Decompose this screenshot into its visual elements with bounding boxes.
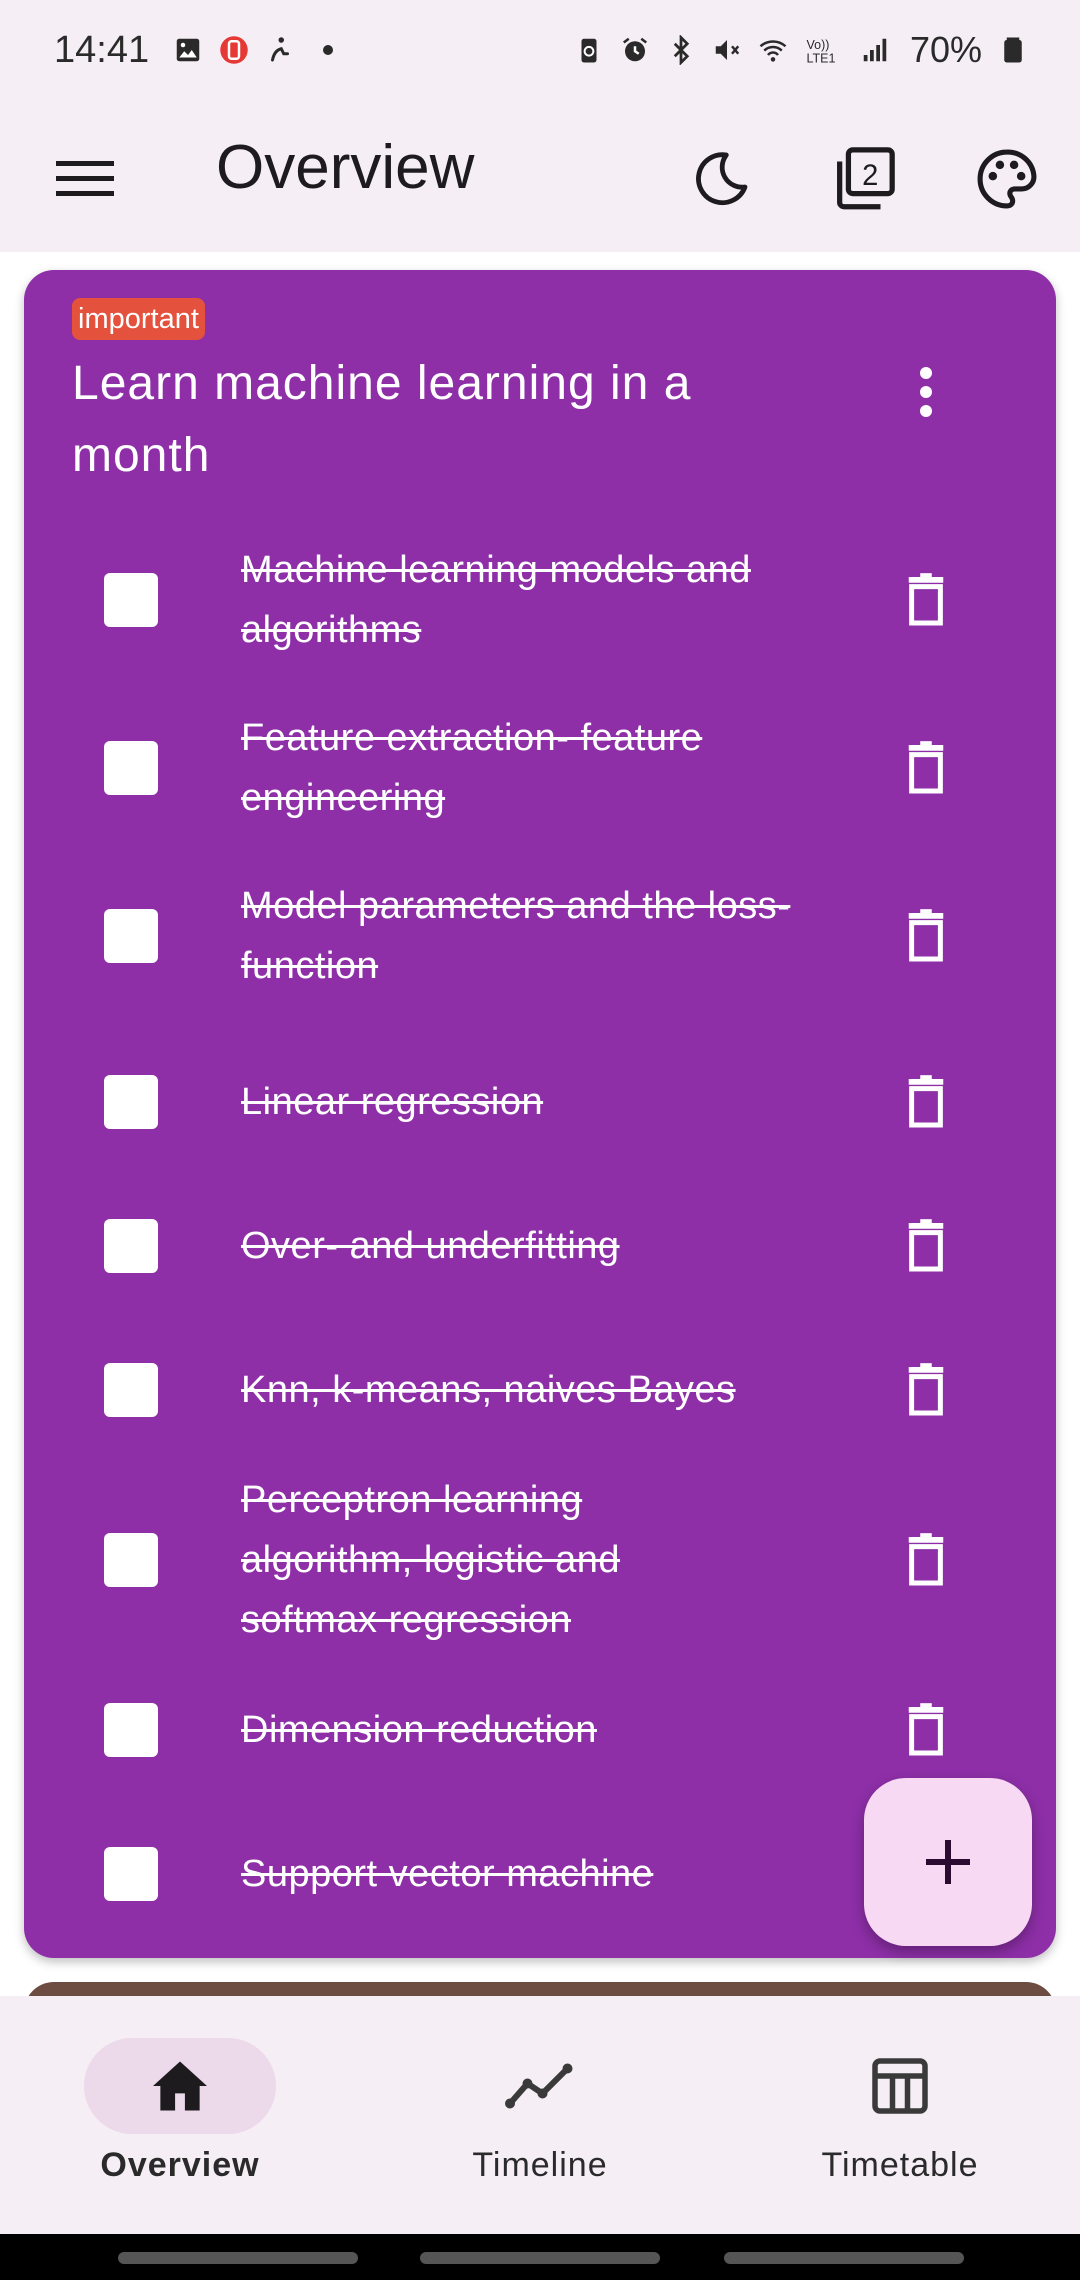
gesture-hint[interactable] [420,2252,660,2264]
palette-icon[interactable] [962,134,1052,224]
mute-icon [712,35,742,65]
add-icon [926,1840,970,1884]
delete-icon[interactable] [886,896,966,976]
more-vert-icon[interactable] [886,352,966,432]
task-label: Over- and underfitting [241,1225,620,1267]
task-label: Feature extraction- feature engineering [241,717,703,819]
home-icon [84,2038,276,2134]
app-bar: Overview 2 [0,100,1080,252]
nav-label-overview: Overview [100,2146,260,2184]
delete-icon[interactable] [886,1206,966,1286]
task-item: Feature extraction- feature engineering [24,708,1056,828]
task-item: Model parameters and the loss-function [24,876,1056,996]
task-label: Model parameters and the loss-function [241,885,791,987]
delete-icon[interactable] [886,1062,966,1142]
delete-icon[interactable] [886,1690,966,1770]
task-label: Dimension reduction [241,1709,597,1751]
task-checkbox[interactable] [104,1363,158,1417]
system-navigation-bar [0,2234,1080,2280]
task-label: Machine learning models and algorithms [241,549,751,651]
task-checkbox[interactable] [104,1703,158,1757]
wifi-icon [758,35,788,65]
task-item: Over- and underfitting [24,1216,1056,1276]
timeline-icon [444,2038,636,2134]
status-time: 14:41 [54,28,150,71]
volte-icon: Vo)) LTE1 [804,35,844,65]
task-label: Perceptron learning algorithm, logistic … [241,1479,621,1641]
nav-item-timetable[interactable]: Timetable [720,1996,1080,2234]
nav-item-overview[interactable]: Overview [0,1996,360,2234]
delete-icon[interactable] [886,560,966,640]
task-checkbox[interactable] [104,909,158,963]
table-icon [804,2038,996,2134]
svg-text:Vo)): Vo)) [806,38,829,52]
status-bar: 14:41 Vo)) LTE1 70% [0,0,1080,100]
bottom-navigation: Overview Timeline Timetable [0,1996,1080,2234]
delete-icon[interactable] [886,1520,966,1600]
goal-card[interactable]: important Learn machine learning in a mo… [24,270,1056,1958]
notification-dot [323,45,334,55]
signal-icon [860,35,890,65]
status-bar-left: 14:41 [54,28,334,72]
task-checkbox[interactable] [104,1533,158,1587]
battery-icon [998,35,1028,65]
card-title: Learn machine learning in a month [72,357,692,482]
task-label: Linear regression [241,1081,544,1123]
bluetooth-icon [666,35,696,65]
add-button[interactable] [864,1778,1032,1946]
task-checkbox[interactable] [104,741,158,795]
nav-label-timetable: Timetable [821,2146,979,2184]
gesture-hint[interactable] [724,2252,964,2264]
status-bar-right: Vo)) LTE1 70% [574,29,1028,71]
task-item: Dimension reduction [24,1700,1056,1760]
app-notification-icon [219,35,249,65]
battery-percent: 70% [909,29,982,70]
gesture-hint[interactable] [118,2252,358,2264]
overview-list[interactable]: important Learn machine learning in a mo… [0,252,1080,1996]
task-checkbox[interactable] [104,1075,158,1129]
battery-saver-icon [574,35,604,65]
gallery-icon [173,35,203,65]
filter-stack-icon[interactable]: 2 [818,134,908,224]
task-item: Knn, k-means, naives Bayes [24,1360,1056,1420]
delete-icon[interactable] [886,728,966,808]
nav-item-timeline[interactable]: Timeline [360,1996,720,2234]
stack-badge: 2 [862,160,878,192]
task-label: Knn, k-means, naives Bayes [241,1369,736,1411]
task-checkbox[interactable] [104,1847,158,1901]
nav-label-timeline: Timeline [472,2146,608,2184]
accessibility-icon [265,35,295,65]
task-checkbox[interactable] [104,573,158,627]
hamburger-menu-icon[interactable] [40,134,130,224]
page-title: Overview [216,133,475,202]
task-item: Linear regression [24,1072,1056,1132]
task-checkbox[interactable] [104,1219,158,1273]
alarm-icon [620,35,650,65]
task-item: Machine learning models and algorithms [24,540,1056,660]
tag-badge: important [72,298,205,340]
svg-text:LTE1: LTE1 [806,52,835,66]
next-goal-card[interactable] [24,1982,1056,1996]
task-item: Perceptron learning algorithm, logistic … [24,1470,1056,1650]
dark-mode-icon[interactable] [676,134,766,224]
task-label: Support vector machine [241,1853,654,1895]
delete-icon[interactable] [886,1350,966,1430]
